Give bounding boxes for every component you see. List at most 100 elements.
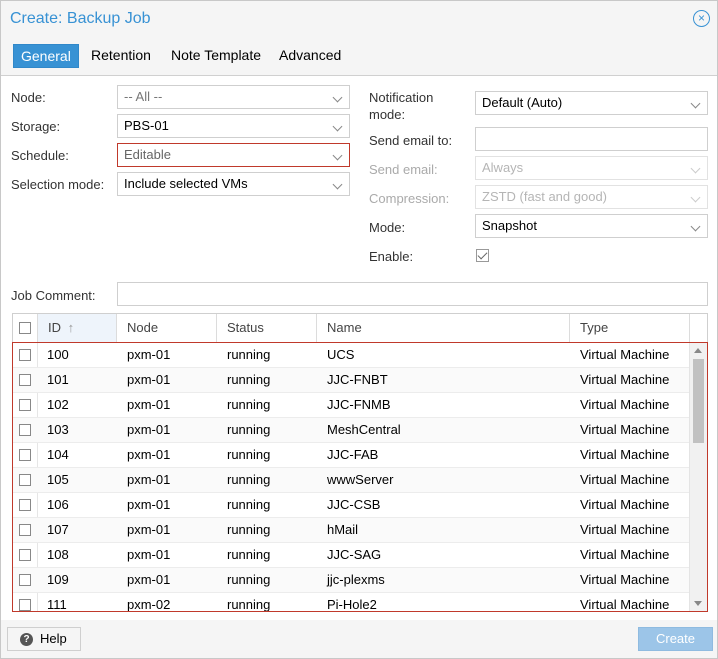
storage-select[interactable]: PBS-01 [117,114,350,138]
send-email-label: Send email: [369,162,438,177]
cell-type: Virtual Machine [580,547,670,562]
cell-type: Virtual Machine [580,597,670,612]
chevron-down-icon [690,163,701,174]
row-checkbox[interactable] [19,524,31,536]
table-row[interactable]: 102 pxm-01 running JJC-FNMB Virtual Machine [13,393,689,418]
mode-label: Mode: [369,220,406,235]
node-label: Node: [11,90,46,105]
table-row[interactable]: 104 pxm-01 running JJC-FAB Virtual Machine [13,443,689,468]
cell-type: Virtual Machine [580,472,670,487]
table-row[interactable]: 101 pxm-01 running JJC-FNBT Virtual Machine [13,368,689,393]
cell-id: 101 [47,372,69,387]
cell-id: 104 [47,447,69,462]
scroll-down-icon[interactable] [694,601,702,606]
cell-type: Virtual Machine [580,522,670,537]
create-button[interactable]: Create [638,627,713,651]
table-row[interactable]: 106 pxm-01 running JJC-CSB Virtual Machine [13,493,689,518]
cell-type: Virtual Machine [580,447,670,462]
send-email-value: Always [482,160,524,175]
dialog-title: Create: Backup Job [10,10,151,27]
cell-status: running [227,522,271,537]
column-header-id[interactable]: ID ↑ [38,314,117,342]
cell-id: 106 [47,497,69,512]
row-checkbox[interactable] [19,549,31,561]
schedule-select[interactable]: Editable [117,143,350,167]
cell-name: JJC-CSB [327,497,381,512]
storage-select-value: PBS-01 [124,118,169,133]
job-comment-input[interactable] [117,282,708,306]
selection-mode-value: Include selected VMs [124,176,248,191]
row-checkbox[interactable] [19,424,31,436]
cell-name: UCS [327,347,355,362]
general-panel: Node: -- All -- Storage: PBS-01 Schedule… [1,75,717,620]
mode-select[interactable]: Snapshot [475,214,708,238]
notification-mode-select[interactable]: Default (Auto) [475,91,708,115]
row-checkbox[interactable] [19,374,31,386]
cell-node: pxm-01 [127,397,171,412]
table-row[interactable]: 107 pxm-01 running hMail Virtual Machine [13,518,689,543]
sort-ascending-icon: ↑ [67,320,75,335]
node-select[interactable]: -- All -- [117,85,350,109]
storage-label: Storage: [11,119,61,134]
cell-id: 107 [47,522,69,537]
chevron-down-icon [690,98,701,109]
table-row[interactable]: 100 pxm-01 running UCS Virtual Machine [13,343,689,368]
cell-node: pxm-01 [127,522,171,537]
cell-type: Virtual Machine [580,347,670,362]
column-header-id-label: ID [48,320,61,335]
send-email-to-label: Send email to: [369,133,453,148]
tab-general[interactable]: General [13,44,79,68]
notification-mode-label-line1: Notification [369,90,434,105]
table-row[interactable]: 108 pxm-01 running JJC-SAG Virtual Machine [13,543,689,568]
column-header-name[interactable]: Name [317,314,570,342]
table-row[interactable]: 109 pxm-01 running jjc-plexms Virtual Machin… [13,568,689,593]
close-icon[interactable]: × [693,10,710,27]
scroll-thumb[interactable] [693,359,704,443]
cell-name: JJC-FNMB [327,397,391,412]
table-row[interactable]: 111 pxm-02 running Pi-Hole2 Virtual Machine [13,593,689,612]
cell-node: pxm-01 [127,372,171,387]
row-checkbox[interactable] [19,349,31,361]
row-checkbox[interactable] [19,599,31,611]
selection-mode-select[interactable]: Include selected VMs [117,172,350,196]
column-header-node[interactable]: Node [117,314,217,342]
notification-mode-label-line2: mode: [369,107,406,122]
select-all-checkbox[interactable] [19,322,31,334]
row-checkbox[interactable] [19,449,31,461]
cell-node: pxm-01 [127,347,171,362]
cell-type: Virtual Machine [580,572,670,587]
cell-status: running [227,422,271,437]
create-backup-job-dialog: Create: Backup Job × General Retention N… [0,0,718,659]
cell-node: pxm-01 [127,572,171,587]
row-checkbox[interactable] [19,574,31,586]
help-button[interactable]: ? Help [7,627,81,651]
table-row[interactable]: 105 pxm-01 running wwwServer Virtual Machine [13,468,689,493]
column-header-type[interactable]: Type [570,314,690,342]
tab-note-template[interactable]: Note Template [164,44,268,68]
compression-label: Compression: [369,191,450,206]
mode-value: Snapshot [482,218,537,233]
column-header-status[interactable]: Status [217,314,317,342]
row-checkbox[interactable] [19,499,31,511]
help-button-label: Help [40,631,67,646]
cell-node: pxm-01 [127,497,171,512]
cell-status: running [227,497,271,512]
cell-status: running [227,547,271,562]
tab-advanced[interactable]: Advanced [272,44,348,68]
cell-node: pxm-01 [127,547,171,562]
row-checkbox[interactable] [19,474,31,486]
enable-checkbox[interactable] [476,249,489,262]
vertical-scrollbar[interactable] [689,343,707,611]
job-comment-label: Job Comment: [11,288,96,303]
compression-select: ZSTD (fast and good) [475,185,708,209]
scroll-up-icon[interactable] [694,348,702,353]
cell-node: pxm-01 [127,447,171,462]
send-email-to-input[interactable] [475,127,708,151]
selection-mode-label: Selection mode: [11,177,105,192]
tab-retention[interactable]: Retention [84,44,158,68]
vm-grid-header: ID ↑ Node Status Name Type [12,313,708,343]
row-checkbox[interactable] [19,399,31,411]
table-row[interactable]: 103 pxm-01 running MeshCentral Virtual Machi… [13,418,689,443]
cell-name: JJC-FAB [327,447,379,462]
schedule-select-value: Editable [124,147,171,162]
